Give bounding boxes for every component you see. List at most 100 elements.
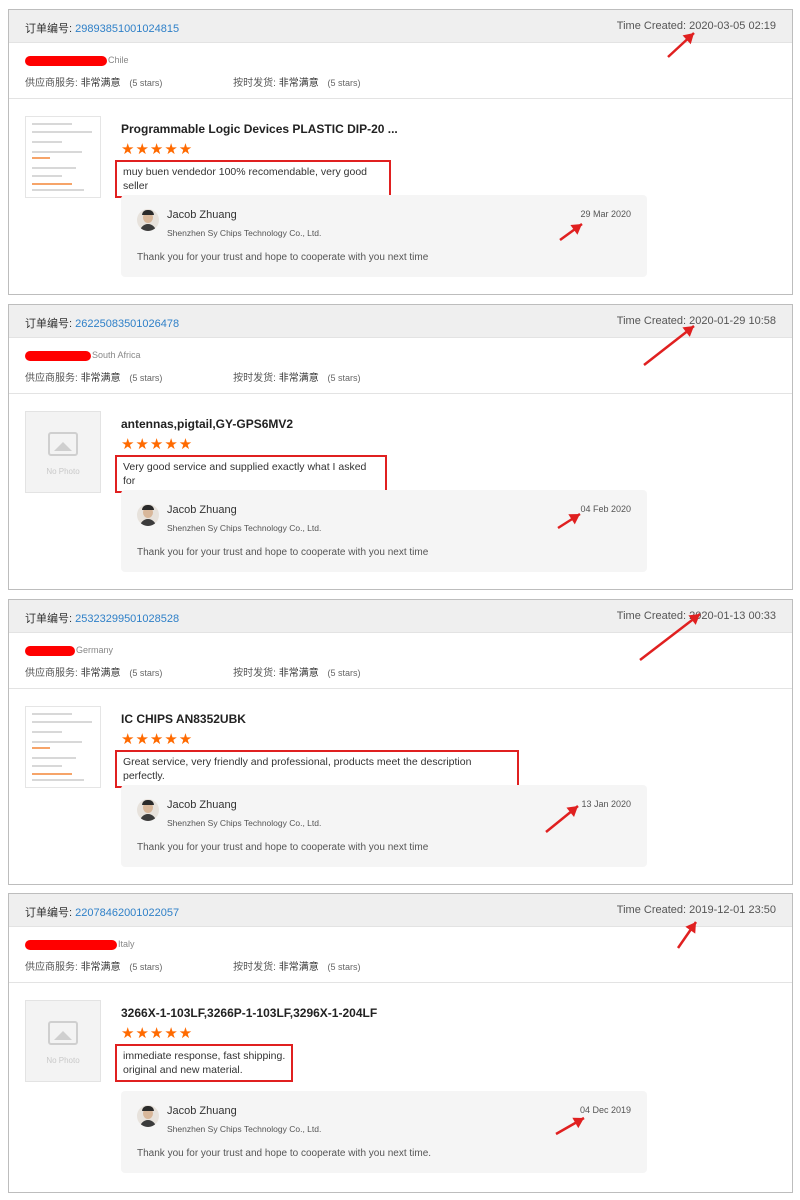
rating-stars: ★★★★★ — [121, 1025, 194, 1042]
seller-company: Shenzhen Sy Chips Technology Co., Ltd. — [167, 523, 322, 533]
buyer-info: Italy — [25, 939, 135, 950]
time-created-label: Time Created: — [616, 904, 687, 916]
supplier-service-label: 供应商服务: — [25, 668, 78, 679]
buyer-country: South Africa — [92, 350, 141, 360]
shipping-value: 非常满意 — [278, 373, 319, 384]
reply-date: 29 Mar 2020 — [580, 209, 631, 219]
buyer-comment: Very good service and supplied exactly w… — [115, 455, 387, 493]
buyer-comment: immediate response, fast shipping. origin… — [115, 1044, 294, 1082]
comment-line: Great service, very friendly and profess… — [123, 756, 472, 782]
no-photo-text: No Photo — [46, 467, 80, 476]
seller-company: Shenzhen Sy Chips Technology Co., Ltd. — [167, 228, 322, 238]
reply-text: Thank you for your trust and hope to coo… — [137, 252, 429, 263]
product-image[interactable] — [25, 116, 101, 198]
buyer-info: Germany — [25, 645, 113, 656]
seller-ratings: 供应商服务: 非常满意 (5 stars) 按时发货: 非常满意 (5 star… — [25, 74, 361, 89]
seller-name: Jacob Zhuang — [167, 799, 237, 811]
comment-line: immediate response, fast shipping. — [123, 1050, 286, 1062]
seller-reply: Jacob Zhuang Shenzhen Sy Chips Technolog… — [121, 195, 647, 277]
shipping-label: 按时发货: — [233, 373, 276, 384]
supplier-service-label: 供应商服务: — [25, 78, 78, 89]
buyer-comment: Great service, very friendly and profess… — [115, 750, 519, 788]
review-card: 订单编号: 22078462001022057 Time Created: 20… — [8, 893, 793, 1193]
reply-text: Thank you for your trust and hope to coo… — [137, 1148, 432, 1159]
order-number-link[interactable]: 22078462001022057 — [75, 907, 179, 919]
supplier-service-value: 非常满意 — [80, 962, 121, 973]
redacted-buyer-name — [25, 55, 107, 66]
reply-date: 04 Dec 2019 — [579, 1105, 631, 1115]
seller-company: Shenzhen Sy Chips Technology Co., Ltd. — [167, 1124, 322, 1134]
rating-stars: ★★★★★ — [121, 436, 194, 453]
shipping-label: 按时发货: — [233, 962, 276, 973]
shipping-stars: (5 stars) — [327, 668, 361, 678]
comment-line: original and new material. — [123, 1064, 243, 1076]
redacted-buyer-name — [25, 350, 91, 361]
buyer-country: Italy — [118, 939, 135, 949]
comment-line: Very good service and supplied exactly w… — [123, 461, 367, 487]
time-created-value: 2020-03-05 02:19 — [689, 20, 776, 32]
order-number-link[interactable]: 25323299501028528 — [75, 613, 179, 625]
comment-line: muy buen vendedor 100% recomendable, ver… — [123, 166, 367, 192]
reply-text: Thank you for your trust and hope to coo… — [137, 547, 429, 558]
divider — [9, 98, 792, 99]
shipping-value: 非常满意 — [278, 78, 319, 89]
supplier-service-stars: (5 stars) — [129, 668, 163, 678]
product-title[interactable]: antennas,pigtail,GY-GPS6MV2 — [121, 417, 293, 431]
seller-name: Jacob Zhuang — [167, 504, 237, 516]
order-number-link[interactable]: 29893851001024815 — [75, 23, 179, 35]
shipping-value: 非常满意 — [278, 668, 319, 679]
image-placeholder-icon — [48, 432, 78, 456]
order-header: 订单编号: 26225083501026478 Time Created: 20… — [9, 305, 792, 338]
time-created-label: Time Created: — [616, 20, 687, 32]
time-created-label: Time Created: — [616, 610, 687, 622]
review-card: 订单编号: 29893851001024815 Time Created: 20… — [8, 9, 793, 295]
seller-name: Jacob Zhuang — [167, 209, 237, 221]
product-title[interactable]: IC CHIPS AN8352UBK — [121, 712, 246, 726]
buyer-comment: muy buen vendedor 100% recomendable, ver… — [115, 160, 391, 198]
order-number-label: 订单编号: — [25, 318, 73, 330]
order-number-link[interactable]: 26225083501026478 — [75, 318, 179, 330]
seller-avatar — [137, 504, 159, 526]
time-created-label: Time Created: — [616, 315, 687, 327]
buyer-info: South Africa — [25, 350, 141, 361]
product-image[interactable] — [25, 706, 101, 788]
product-title[interactable]: Programmable Logic Devices PLASTIC DIP-2… — [121, 122, 398, 136]
redacted-buyer-name — [25, 645, 75, 656]
reply-date: 13 Jan 2020 — [581, 799, 631, 809]
divider — [9, 688, 792, 689]
supplier-service-value: 非常满意 — [80, 668, 121, 679]
shipping-label: 按时发货: — [233, 78, 276, 89]
no-photo-placeholder[interactable]: No Photo — [25, 1000, 101, 1082]
seller-name: Jacob Zhuang — [167, 1105, 237, 1117]
shipping-value: 非常满意 — [278, 962, 319, 973]
no-photo-placeholder[interactable]: No Photo — [25, 411, 101, 493]
seller-ratings: 供应商服务: 非常满意 (5 stars) 按时发货: 非常满意 (5 star… — [25, 369, 361, 384]
buyer-info: Chile — [25, 55, 129, 66]
seller-reply: Jacob Zhuang Shenzhen Sy Chips Technolog… — [121, 1091, 647, 1173]
supplier-service-value: 非常满意 — [80, 78, 121, 89]
order-number-label: 订单编号: — [25, 907, 73, 919]
seller-ratings: 供应商服务: 非常满意 (5 stars) 按时发货: 非常满意 (5 star… — [25, 664, 361, 679]
divider — [9, 982, 792, 983]
seller-reply: Jacob Zhuang Shenzhen Sy Chips Technolog… — [121, 490, 647, 572]
supplier-service-stars: (5 stars) — [129, 962, 163, 972]
review-card: 订单编号: 25323299501028528 Time Created: 20… — [8, 599, 793, 885]
time-created-value: 2020-01-29 10:58 — [689, 315, 776, 327]
product-title[interactable]: 3266X-1-103LF,3266P-1-103LF,3296X-1-204L… — [121, 1006, 377, 1020]
reply-text: Thank you for your trust and hope to coo… — [137, 842, 429, 853]
seller-avatar — [137, 799, 159, 821]
supplier-service-stars: (5 stars) — [129, 78, 163, 88]
seller-ratings: 供应商服务: 非常满意 (5 stars) 按时发货: 非常满意 (5 star… — [25, 958, 361, 973]
supplier-service-value: 非常满意 — [80, 373, 121, 384]
shipping-stars: (5 stars) — [327, 962, 361, 972]
rating-stars: ★★★★★ — [121, 731, 194, 748]
time-created-value: 2019-12-01 23:50 — [689, 904, 776, 916]
supplier-service-label: 供应商服务: — [25, 373, 78, 384]
time-created-value: 2020-01-13 00:33 — [689, 610, 776, 622]
order-number-label: 订单编号: — [25, 613, 73, 625]
redacted-buyer-name — [25, 939, 117, 950]
supplier-service-stars: (5 stars) — [129, 373, 163, 383]
order-header: 订单编号: 25323299501028528 Time Created: 20… — [9, 600, 792, 633]
seller-avatar — [137, 209, 159, 231]
shipping-label: 按时发货: — [233, 668, 276, 679]
